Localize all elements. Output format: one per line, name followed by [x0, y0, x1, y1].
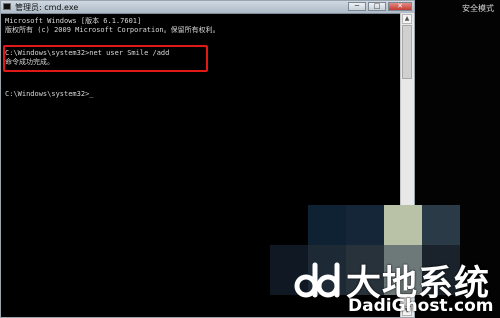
window-title: 管理员: cmd.exe [15, 3, 79, 12]
console-line-version: Microsoft Windows [版本 6.1.7601] [5, 17, 142, 25]
safe-mode-label: 安全模式 [462, 4, 494, 13]
watermark-url: DadiGhost.com [348, 296, 494, 316]
dadighost-logo-icon [294, 262, 340, 298]
red-highlight-box [3, 45, 208, 72]
console-line-copyright: 版权所有 (c) 2009 Microsoft Corporation。保留所有… [5, 26, 220, 34]
window-controls: ─ □ ✕ [348, 2, 412, 11]
window-titlebar[interactable]: 管理员: cmd.exe ─ □ ✕ [1, 1, 414, 14]
cmd-icon [3, 3, 11, 10]
close-button[interactable]: ✕ [388, 2, 412, 11]
console-line-prompt: C:\Windows\system32>_ [5, 90, 94, 98]
scroll-up-button[interactable]: ▲ [402, 14, 412, 24]
minimize-button[interactable]: ─ [348, 2, 366, 11]
maximize-button[interactable]: □ [368, 2, 386, 11]
scroll-thumb[interactable] [402, 25, 412, 79]
watermark: 大地系统 DadiGhost.com [292, 255, 500, 317]
